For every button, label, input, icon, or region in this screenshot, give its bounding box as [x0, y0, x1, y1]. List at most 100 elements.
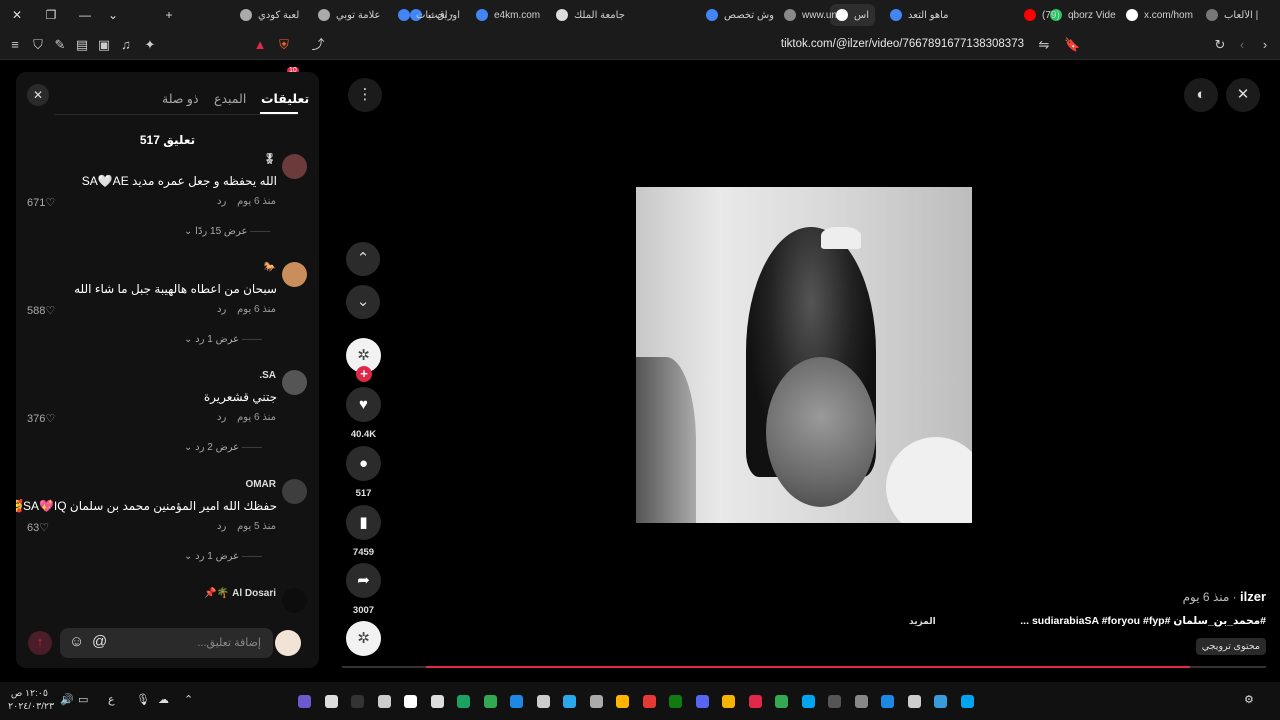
reader-icon[interactable]: ▤: [74, 37, 90, 53]
sound-action[interactable]: ✲: [346, 621, 381, 656]
brave-shield-icon[interactable]: ⛨: [276, 37, 292, 53]
microphone-icon[interactable]: 🎙: [136, 693, 150, 706]
shield-icon[interactable]: ⛉: [30, 37, 46, 53]
reload-icon[interactable]: ↻: [1212, 37, 1228, 53]
onedrive-icon[interactable]: ☁: [158, 693, 169, 706]
taskbar-app-icon[interactable]: [801, 695, 815, 708]
more-button[interactable]: المزيد: [909, 616, 936, 627]
more-options-button[interactable]: ⋮: [348, 78, 382, 112]
commenter-avatar[interactable]: [282, 479, 307, 504]
extensions-icon[interactable]: ✦: [142, 37, 158, 53]
creator-avatar-action[interactable]: ✲ +: [346, 338, 381, 382]
heart-outline-icon[interactable]: ♡: [45, 197, 55, 209]
browser-tab[interactable]: ماهو التعد: [890, 4, 949, 26]
taskbar-app-icon[interactable]: [589, 695, 603, 708]
share-link-icon[interactable]: ⤴: [310, 37, 326, 53]
next-video-button[interactable]: ⌄: [346, 285, 380, 319]
taskbar-app-icon[interactable]: [563, 695, 576, 708]
brave-rewards-icon[interactable]: ▲: [252, 37, 268, 53]
comment-likes[interactable]: 376♡: [27, 412, 55, 425]
taskbar-app-icon[interactable]: [510, 695, 523, 708]
video-player[interactable]: [636, 187, 972, 523]
reply-button[interactable]: رد: [217, 196, 226, 207]
bookmark-save-icon[interactable]: ▮: [346, 505, 381, 540]
commenter-avatar[interactable]: [282, 154, 307, 179]
share-arrow-icon[interactable]: ➦: [346, 563, 381, 598]
taskbar-app-icon[interactable]: [298, 695, 311, 708]
browser-tab[interactable]: e4km.com: [476, 4, 540, 26]
commenter-name[interactable]: SA.: [259, 370, 276, 381]
commenter-name[interactable]: OMAR: [245, 479, 276, 490]
comment-likes[interactable]: 671♡: [27, 196, 55, 209]
taskbar-app-icon[interactable]: [430, 695, 444, 708]
heart-icon[interactable]: ♥: [346, 387, 381, 422]
taskbar-app-icon[interactable]: [960, 695, 974, 708]
restore-window-icon[interactable]: ❐: [42, 6, 60, 24]
emoji-icon[interactable]: ☺: [69, 633, 84, 650]
heart-outline-icon[interactable]: ♡: [45, 305, 55, 317]
taskbar-app-icon[interactable]: [642, 695, 656, 708]
taskbar-app-icon[interactable]: [748, 695, 762, 708]
taskbar-app-icon[interactable]: [828, 695, 841, 708]
tab-creator[interactable]: المبدع: [214, 91, 246, 106]
commenter-name[interactable]: 🎖: [263, 154, 276, 165]
bookmark-icon[interactable]: 🔖: [1064, 37, 1080, 53]
music-icon[interactable]: ♫: [118, 37, 134, 53]
close-window-icon[interactable]: ✕: [8, 6, 26, 24]
taskbar-app-icon[interactable]: [695, 695, 709, 708]
translate-icon[interactable]: ⇋: [1036, 37, 1052, 53]
view-replies-button[interactable]: ⌄ عرض 15 ردًا ——: [184, 226, 270, 237]
view-replies-button[interactable]: ⌄ عرض 1 رد ——: [184, 334, 262, 345]
taskbar-app-icon[interactable]: [881, 695, 894, 708]
taskbar-app-icon[interactable]: [775, 695, 788, 708]
commenter-avatar[interactable]: [282, 262, 307, 287]
tab-list-chevron-icon[interactable]: ⌄: [104, 6, 122, 24]
tab-related[interactable]: ذو صلة: [162, 91, 199, 106]
heart-outline-icon[interactable]: ♡: [45, 413, 55, 425]
share-action[interactable]: ➦ 3007: [346, 563, 381, 616]
reply-button[interactable]: رد: [217, 412, 226, 423]
notifications-icon[interactable]: ⚙: [1244, 693, 1254, 706]
sound-disc-icon[interactable]: ✲: [346, 621, 381, 656]
reply-button[interactable]: رد: [217, 304, 226, 315]
tab-comments[interactable]: تعليقات: [261, 91, 309, 106]
address-bar[interactable]: tiktok.com/@ilzer/video/7667891677138308…: [781, 38, 1024, 50]
previous-video-button[interactable]: ⌃: [346, 242, 380, 276]
taskbar-app-icon[interactable]: [934, 695, 947, 708]
browser-tab[interactable]: الألعاب |: [1206, 4, 1258, 26]
comment-bubble-icon[interactable]: ●: [346, 446, 381, 481]
heart-outline-icon[interactable]: ♡: [39, 522, 49, 534]
browser-tab[interactable]: www.un-w: [784, 4, 838, 26]
forward-icon[interactable]: ›: [1257, 37, 1273, 53]
display-icon[interactable]: ▭: [78, 693, 88, 706]
comment-action[interactable]: ● 517: [346, 446, 381, 499]
send-comment-button[interactable]: ↑: [28, 631, 52, 655]
back-icon[interactable]: ‹: [1234, 37, 1250, 53]
browser-tab[interactable]: x.com/hom: [1126, 4, 1193, 26]
taskbar-app-icon[interactable]: [351, 695, 364, 708]
browser-tab[interactable]: أوراق نبات: [398, 4, 460, 26]
mention-icon[interactable]: @: [92, 633, 107, 650]
taskbar-app-icon[interactable]: [907, 695, 921, 708]
browser-tab[interactable]: (79) The W: [1024, 4, 1060, 26]
author-name[interactable]: ilzer: [1240, 589, 1266, 604]
video-progress-bar[interactable]: [342, 666, 1266, 668]
taskbar-app-icon[interactable]: [854, 695, 868, 708]
menu-icon[interactable]: ≡: [7, 37, 23, 53]
save-action[interactable]: ▮ 7459: [346, 505, 381, 558]
pin-icon[interactable]: ✎: [52, 37, 68, 53]
sidebar-icon[interactable]: ▣: [96, 37, 112, 53]
follow-plus-icon[interactable]: +: [356, 366, 372, 382]
comment-likes[interactable]: 63♡: [27, 521, 49, 534]
commenter-name[interactable]: Al Dosari 🌴📌: [204, 588, 276, 599]
tray-overflow-icon[interactable]: ⌃: [184, 693, 193, 706]
taskbar-app-icon[interactable]: [457, 695, 470, 708]
taskbar-app-icon[interactable]: [404, 695, 417, 708]
browser-tab[interactable]: لعبة كودي: [240, 4, 299, 26]
browser-tab[interactable]: وش تخصص: [706, 4, 774, 26]
taskbar-clock[interactable]: ١٢:٠٥ ص ٢٠٢٤/٠٣/٢٣: [8, 687, 54, 713]
taskbar-app-icon[interactable]: [324, 695, 338, 708]
taskbar-app-icon[interactable]: [377, 695, 391, 708]
minimize-window-icon[interactable]: —: [76, 6, 94, 24]
taskbar-app-icon[interactable]: [669, 695, 682, 708]
